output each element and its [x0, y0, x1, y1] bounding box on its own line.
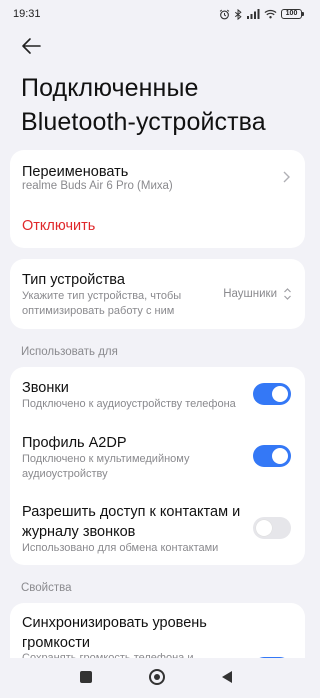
a2dp-subtitle: Подключено к мультимедийному аудиоустрой…	[22, 453, 190, 480]
page-title: Подключенные Bluetooth-устройства	[21, 74, 266, 136]
home-button[interactable]	[149, 669, 165, 685]
chevron-updown-icon	[284, 288, 291, 300]
device-type-value: Наушники	[223, 288, 277, 300]
toggle-knob	[272, 386, 288, 402]
calls-toggle[interactable]	[253, 383, 291, 405]
chevron-right-icon	[283, 171, 290, 183]
home-dot	[154, 674, 160, 680]
status-icons: 100	[219, 8, 304, 20]
back-button[interactable]	[20, 34, 44, 58]
navigation-bar	[0, 658, 314, 698]
section-label-use-for: Использовать для	[21, 346, 118, 358]
a2dp-toggle[interactable]	[253, 445, 291, 467]
device-type-subtitle: Укажите тип устройства, чтобы оптимизиро…	[22, 290, 182, 317]
contacts-title: Разрешить доступ к контактам и журналу з…	[22, 504, 241, 540]
arrow-left-icon	[22, 38, 41, 54]
calls-subtitle: Подключено к аудиоустройству телефона	[22, 398, 236, 410]
status-time: 19:31	[13, 8, 41, 20]
signal-icon	[247, 9, 260, 19]
rename-row[interactable]: Переименовать realme Buds Air 6 Pro (Мих…	[10, 150, 305, 204]
bluetooth-icon	[234, 8, 242, 20]
toggle-row-a2dp: Профиль A2DP Подключено к мультимедийном…	[10, 423, 305, 485]
toggle-row-contacts: Разрешить доступ к контактам и журналу з…	[10, 495, 305, 561]
wifi-icon	[264, 9, 277, 19]
device-name: realme Buds Air 6 Pro (Миха)	[22, 180, 173, 192]
toggle-knob	[272, 448, 288, 464]
disconnect-button[interactable]: Отключить	[22, 218, 95, 234]
sync-volume-title: Синхронизировать уровень громкости	[22, 615, 207, 651]
section-label-properties: Свойства	[21, 582, 72, 594]
back-triangle-icon[interactable]	[221, 670, 233, 684]
a2dp-title: Профиль A2DP	[22, 435, 127, 451]
device-type-title: Тип устройства	[22, 272, 125, 288]
device-type-card[interactable]: Тип устройства Укажите тип устройства, ч…	[10, 259, 305, 329]
toggle-knob	[256, 520, 272, 536]
calls-title: Звонки	[22, 380, 69, 396]
device-card: Переименовать realme Buds Air 6 Pro (Мих…	[10, 150, 305, 248]
alarm-icon	[219, 9, 230, 19]
use-for-card: Звонки Подключено к аудиоустройству теле…	[10, 367, 305, 565]
battery-icon: 100	[281, 9, 304, 19]
contacts-subtitle: Использовано для обмена контактами	[22, 542, 219, 554]
status-bar: 19:31 100	[0, 0, 314, 28]
recents-button[interactable]	[80, 671, 92, 683]
contacts-toggle[interactable]	[253, 517, 291, 539]
toggle-row-calls: Звонки Подключено к аудиоустройству теле…	[10, 367, 305, 421]
